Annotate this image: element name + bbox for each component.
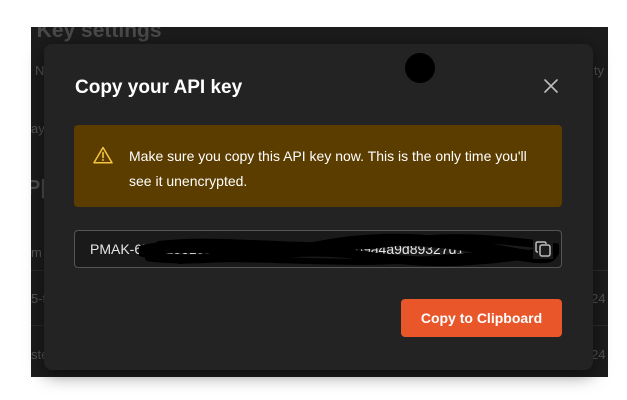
- warning-triangle-icon: [93, 146, 113, 164]
- background-text-fragment: 24: [591, 291, 606, 306]
- redaction-dot: [405, 53, 435, 83]
- warning-banner: Make sure you copy this API key now. Thi…: [74, 125, 562, 207]
- api-key-value[interactable]: PMAK-67631561c56888000191160e-35b769a4a9…: [90, 241, 464, 257]
- background-text-fragment: 24: [591, 347, 606, 362]
- api-key-field[interactable]: PMAK-67631561c56888000191160e-35b769a4a9…: [74, 230, 562, 268]
- close-icon: [544, 79, 558, 93]
- background-text-fragment: ay: [31, 121, 45, 136]
- copy-to-clipboard-button[interactable]: Copy to Clipboard: [401, 299, 562, 337]
- background-text-fragment: N: [35, 63, 45, 78]
- background-heading: I Key settings: [31, 27, 162, 42]
- copy-icon: [535, 241, 551, 257]
- background-text-fragment: m: [31, 245, 42, 260]
- close-button[interactable]: [539, 74, 563, 98]
- dialog-title: Copy your API key: [75, 77, 243, 98]
- warning-message: Make sure you copy this API key now. Thi…: [129, 148, 527, 189]
- copy-api-key-dialog: Copy your API key Make sure you copy thi…: [44, 44, 593, 370]
- copy-key-button[interactable]: [533, 239, 553, 259]
